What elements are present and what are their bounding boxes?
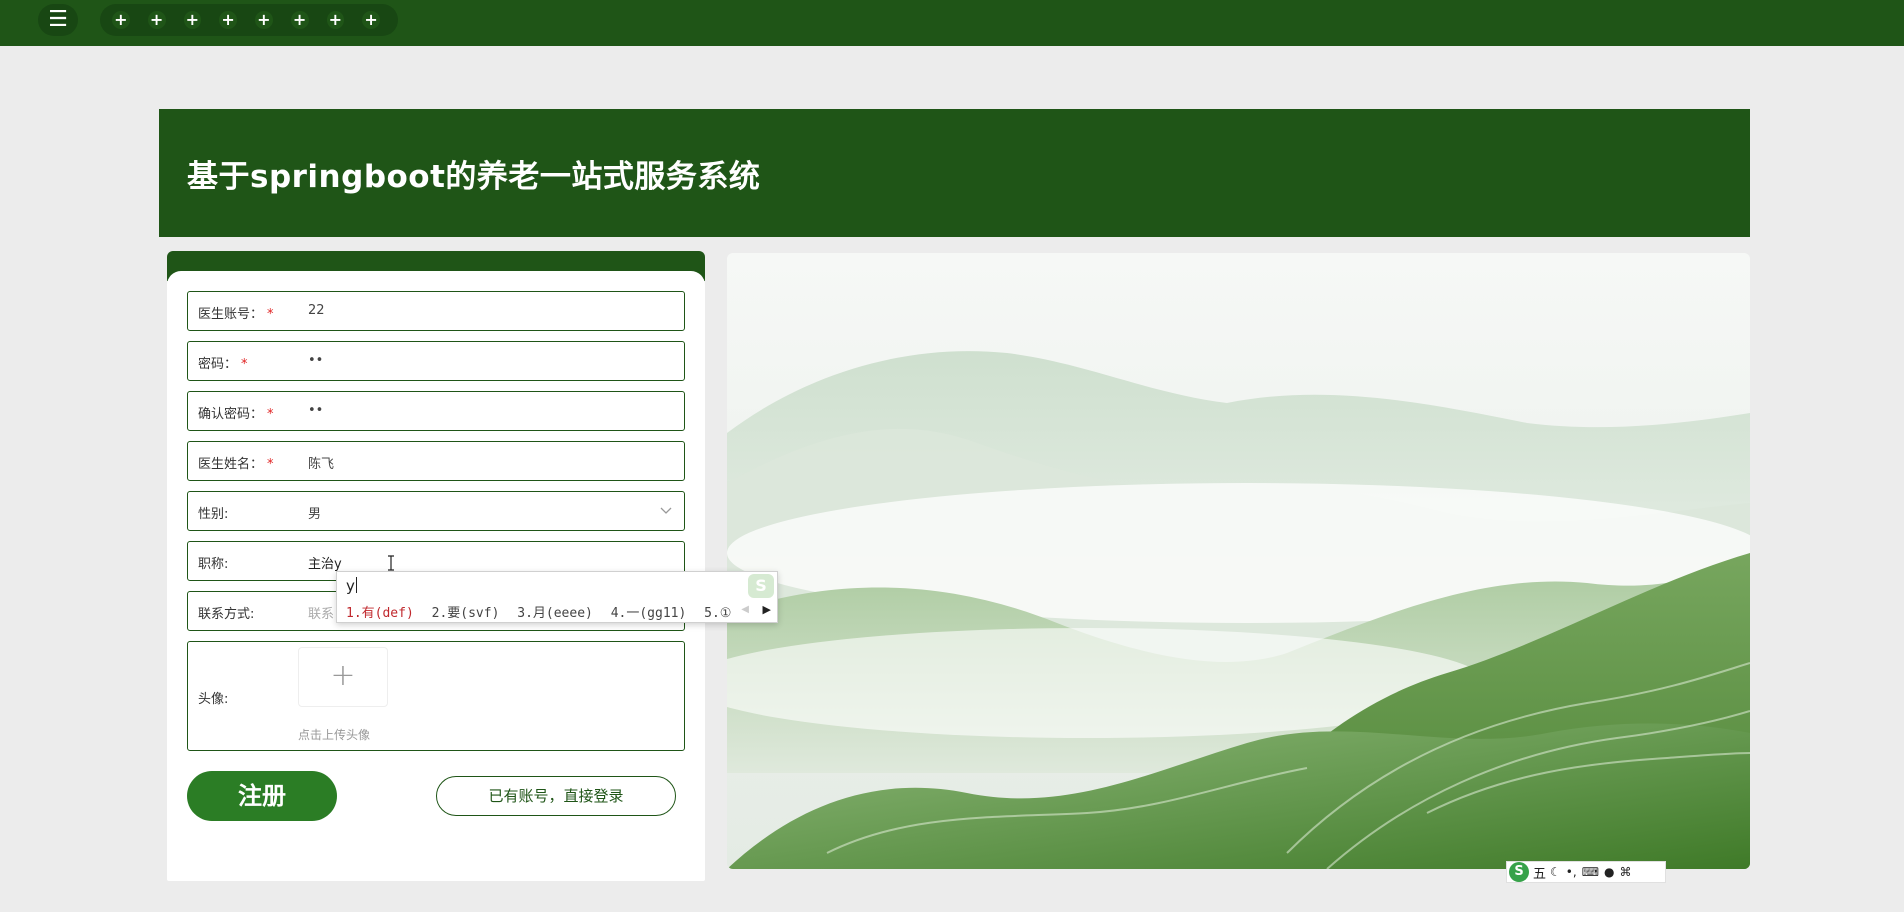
ime-candidate-popup: y 1.有(def) 2.要(svf) 3.月(eeee) 4.一(gg11) … [336, 571, 778, 623]
upload-hint: 点击上传头像 [298, 728, 371, 742]
plus-icon: + [330, 658, 356, 693]
required-mark: * [267, 407, 274, 422]
ime-candidate[interactable]: 5.① [704, 606, 731, 621]
ime-candidate[interactable]: 4.一(gg11) [611, 606, 687, 621]
confirm-password-input[interactable]: •• [308, 403, 323, 418]
field-label: 联系方式: [198, 607, 255, 622]
confirm-password-field[interactable]: 确认密码： * •• [187, 391, 685, 431]
required-mark: * [241, 357, 248, 372]
plus-icon[interactable]: + [219, 11, 237, 29]
title-input[interactable]: 主治y [308, 553, 342, 572]
password-input[interactable]: •• [308, 353, 323, 368]
chevron-down-icon[interactable] [658, 502, 674, 518]
ime-candidate[interactable]: 1.有(def) [346, 606, 414, 621]
landscape-image [727, 253, 1750, 869]
gender-value: 男 [308, 507, 322, 522]
plus-icon[interactable]: + [183, 11, 202, 29]
gender-select[interactable]: 性别: 男 [187, 491, 685, 531]
doctor-account-field[interactable]: 医生账号： * 22 [187, 291, 685, 331]
required-mark: * [267, 457, 274, 472]
doctor-name-input[interactable]: 陈飞 [308, 453, 334, 472]
ime-status-toolbar: S 五 ☾ •, ⌨ ● ⌘ [1506, 861, 1666, 883]
required-mark: * [267, 307, 274, 322]
ime-mode-toggle[interactable]: 五 [1533, 863, 1546, 882]
field-label: 性别: [198, 507, 229, 522]
ime-logo-icon: S [748, 574, 774, 598]
plus-icon[interactable]: + [290, 11, 309, 29]
contact-input[interactable]: 联系 [308, 603, 334, 622]
ime-candidate[interactable]: 3.月(eeee) [517, 606, 593, 621]
punctuation-icon[interactable]: •, [1566, 865, 1577, 879]
page-title: 基于springboot的养老一站式服务系统 [187, 159, 761, 195]
password-field[interactable]: 密码： * •• [187, 341, 685, 381]
quick-action-group: + + + + + + + + [100, 4, 398, 36]
keyboard-icon[interactable]: ⌨ [1582, 865, 1599, 879]
avatar-field: 头像: + 点击上传头像 [187, 641, 685, 751]
register-button[interactable]: 注册 [187, 771, 337, 821]
field-label: 密码： * [198, 357, 248, 372]
menu-icon[interactable]: ☰ [38, 4, 78, 36]
plus-icon[interactable]: + [362, 11, 380, 29]
user-icon[interactable]: ● [1604, 865, 1614, 879]
doctor-account-input[interactable]: 22 [308, 303, 325, 318]
plus-icon[interactable]: + [326, 11, 345, 29]
ime-composition: y [346, 577, 357, 595]
field-label: 确认密码： * [198, 407, 274, 422]
ime-logo-icon[interactable]: S [1509, 862, 1529, 882]
grid-menu-icon[interactable]: ⌘ [1620, 865, 1632, 879]
ime-candidate[interactable]: 2.要(svf) [432, 606, 500, 621]
plus-icon[interactable]: + [112, 11, 130, 29]
ime-candidate-list: 1.有(def) 2.要(svf) 3.月(eeee) 4.一(gg11) 5.… [346, 602, 741, 621]
ime-prev-page-icon[interactable]: ◀ [741, 604, 749, 615]
moon-icon[interactable]: ☾ [1550, 865, 1561, 879]
plus-icon[interactable]: + [255, 11, 273, 29]
header-band: 基于springboot的养老一站式服务系统 [159, 109, 1750, 237]
plus-icon[interactable]: + [147, 11, 166, 29]
field-label: 医生姓名： * [198, 457, 274, 472]
doctor-name-field[interactable]: 医生姓名： * 陈飞 [187, 441, 685, 481]
field-label: 头像: [198, 692, 229, 707]
upload-avatar-button[interactable]: + [298, 647, 388, 707]
text-cursor-icon [388, 555, 394, 571]
login-link-button[interactable]: 已有账号，直接登录 [436, 776, 676, 816]
field-label: 职称: [198, 557, 229, 572]
field-label: 医生账号： * [198, 307, 274, 322]
top-bar: ☰ + + + + + + + + [0, 0, 1904, 46]
ime-next-page-icon[interactable]: ▶ [763, 603, 771, 616]
